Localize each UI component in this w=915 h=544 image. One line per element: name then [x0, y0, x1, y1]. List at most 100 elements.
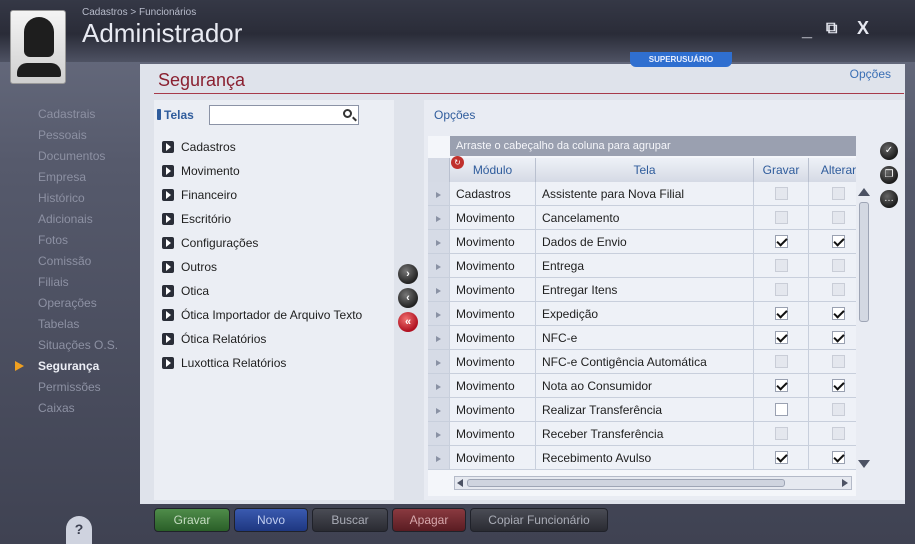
expand-arrow-icon[interactable] — [162, 261, 174, 273]
scroll-down-icon[interactable] — [858, 460, 870, 468]
sidebar-item-filiais[interactable]: Filiais — [38, 272, 69, 293]
copy-icon[interactable]: ❐ — [880, 166, 898, 184]
scroll-left-icon[interactable] — [457, 479, 463, 487]
expand-arrow-icon[interactable] — [162, 309, 174, 321]
expand-arrow-icon[interactable] — [162, 237, 174, 249]
table-row[interactable]: Movimento Cancelamento — [428, 206, 856, 230]
sidebar-item-tabelas[interactable]: Tabelas — [38, 314, 79, 335]
expand-arrow-icon[interactable] — [162, 285, 174, 297]
table-row[interactable]: Movimento NFC-e — [428, 326, 856, 350]
table-row[interactable]: Cadastros Assistente para Nova Filial — [428, 182, 856, 206]
scroll-right-icon[interactable] — [842, 479, 848, 487]
sidebar-item-permissoes[interactable]: Permissões — [38, 377, 101, 398]
scroll-thumb[interactable] — [859, 202, 869, 322]
horizontal-scrollbar[interactable] — [454, 476, 852, 490]
user-avatar[interactable] — [10, 10, 66, 84]
move-left-button[interactable]: ‹ — [398, 288, 418, 308]
table-row[interactable]: Movimento Dados de Envio — [428, 230, 856, 254]
tree-item-otica[interactable]: Otica — [162, 282, 209, 300]
gravar-checkbox[interactable] — [774, 451, 788, 464]
row-selector[interactable] — [428, 230, 450, 254]
sidebar-item-documentos[interactable]: Documentos — [38, 146, 105, 167]
sidebar-item-historico[interactable]: Histórico — [38, 188, 85, 209]
options-link[interactable]: Opções — [850, 67, 891, 81]
check-all-icon[interactable]: ✓ — [880, 142, 898, 160]
alterar-checkbox[interactable] — [832, 451, 845, 464]
remove-all-button[interactable]: « — [398, 312, 418, 332]
tree-item-outros[interactable]: Outros — [162, 258, 217, 276]
sidebar-item-caixas[interactable]: Caixas — [38, 398, 75, 419]
search-icon[interactable] — [343, 109, 352, 118]
tree-item-luxottica-relatorios[interactable]: Luxottica Relatórios — [162, 354, 286, 372]
alterar-checkbox[interactable] — [832, 331, 845, 344]
more-icon[interactable]: … — [880, 190, 898, 208]
expand-arrow-icon[interactable] — [162, 333, 174, 345]
tree-item-financeiro[interactable]: Financeiro — [162, 186, 237, 204]
row-selector[interactable] — [428, 206, 450, 230]
alterar-checkbox[interactable] — [832, 379, 845, 392]
row-selector[interactable] — [428, 374, 450, 398]
expand-arrow-icon[interactable] — [162, 141, 174, 153]
expand-arrow-icon[interactable] — [162, 357, 174, 369]
sidebar-item-fotos[interactable]: Fotos — [38, 230, 68, 251]
row-selector[interactable] — [428, 422, 450, 446]
move-right-button[interactable]: › — [398, 264, 418, 284]
alterar-checkbox[interactable] — [832, 307, 845, 320]
group-by-bar[interactable]: Arraste o cabeçalho da coluna para agrup… — [450, 136, 856, 156]
column-header-gravar[interactable]: Gravar — [754, 158, 809, 182]
alterar-checkbox[interactable] — [832, 235, 845, 248]
tree-item-otica-importador[interactable]: Ótica Importador de Arquivo Texto — [162, 306, 362, 324]
copy-employee-button[interactable]: Copiar Funcionário — [470, 508, 608, 532]
column-header-tela[interactable]: Tela — [536, 158, 754, 182]
row-selector[interactable] — [428, 326, 450, 350]
sidebar-item-seguranca[interactable]: Segurança — [38, 356, 99, 377]
close-button[interactable]: X — [857, 18, 869, 39]
row-selector[interactable] — [428, 350, 450, 374]
expand-arrow-icon[interactable] — [162, 213, 174, 225]
column-header-alterar[interactable]: Alterar — [809, 158, 856, 182]
sidebar-item-cadastrais[interactable]: Cadastrais — [38, 104, 95, 125]
tree-item-movimento[interactable]: Movimento — [162, 162, 240, 180]
row-selector[interactable] — [428, 302, 450, 326]
restore-button[interactable]: ⧉ — [826, 20, 837, 38]
table-row[interactable]: Movimento Receber Transferência — [428, 422, 856, 446]
table-row[interactable]: Movimento NFC-e Contigência Automática — [428, 350, 856, 374]
new-button[interactable]: Novo — [234, 508, 308, 532]
gravar-checkbox[interactable] — [774, 403, 788, 416]
sidebar-item-adicionais[interactable]: Adicionais — [38, 209, 93, 230]
sidebar-item-pessoais[interactable]: Pessoais — [38, 125, 87, 146]
delete-button[interactable]: Apagar — [392, 508, 466, 532]
gravar-checkbox[interactable] — [774, 379, 788, 392]
refresh-icon[interactable]: ↻ — [451, 156, 464, 169]
hscroll-thumb[interactable] — [467, 479, 785, 487]
expand-arrow-icon[interactable] — [162, 189, 174, 201]
row-selector[interactable] — [428, 398, 450, 422]
sidebar-item-comissao[interactable]: Comissão — [38, 251, 91, 272]
gravar-checkbox[interactable] — [774, 331, 788, 344]
scroll-up-icon[interactable] — [858, 188, 870, 196]
table-row[interactable]: Movimento Entrega — [428, 254, 856, 278]
search-button[interactable]: Buscar — [312, 508, 388, 532]
table-row[interactable]: Movimento Expedição — [428, 302, 856, 326]
telas-search-input[interactable] — [209, 105, 359, 125]
gravar-checkbox[interactable] — [774, 235, 788, 248]
pin-icon[interactable] — [157, 109, 161, 120]
tree-item-otica-relatorios[interactable]: Ótica Relatórios — [162, 330, 266, 348]
save-button[interactable]: Gravar — [154, 508, 230, 532]
expand-arrow-icon[interactable] — [162, 165, 174, 177]
table-row[interactable]: Movimento Nota ao Consumidor — [428, 374, 856, 398]
row-selector[interactable] — [428, 254, 450, 278]
vertical-scrollbar[interactable] — [858, 188, 870, 468]
gravar-checkbox[interactable] — [774, 307, 788, 320]
tree-item-configuracoes[interactable]: Configurações — [162, 234, 258, 252]
table-row[interactable]: Movimento Realizar Transferência — [428, 398, 856, 422]
sidebar-item-operacoes[interactable]: Operações — [38, 293, 97, 314]
row-selector[interactable] — [428, 446, 450, 470]
minimize-button[interactable]: _ — [802, 20, 812, 41]
tree-item-escritorio[interactable]: Escritório — [162, 210, 231, 228]
tree-item-cadastros[interactable]: Cadastros — [162, 138, 236, 156]
sidebar-item-empresa[interactable]: Empresa — [38, 167, 86, 188]
sidebar-item-situacoes-os[interactable]: Situações O.S. — [38, 335, 118, 356]
table-row[interactable]: Movimento Entregar Itens — [428, 278, 856, 302]
help-icon[interactable]: ? — [66, 516, 92, 544]
